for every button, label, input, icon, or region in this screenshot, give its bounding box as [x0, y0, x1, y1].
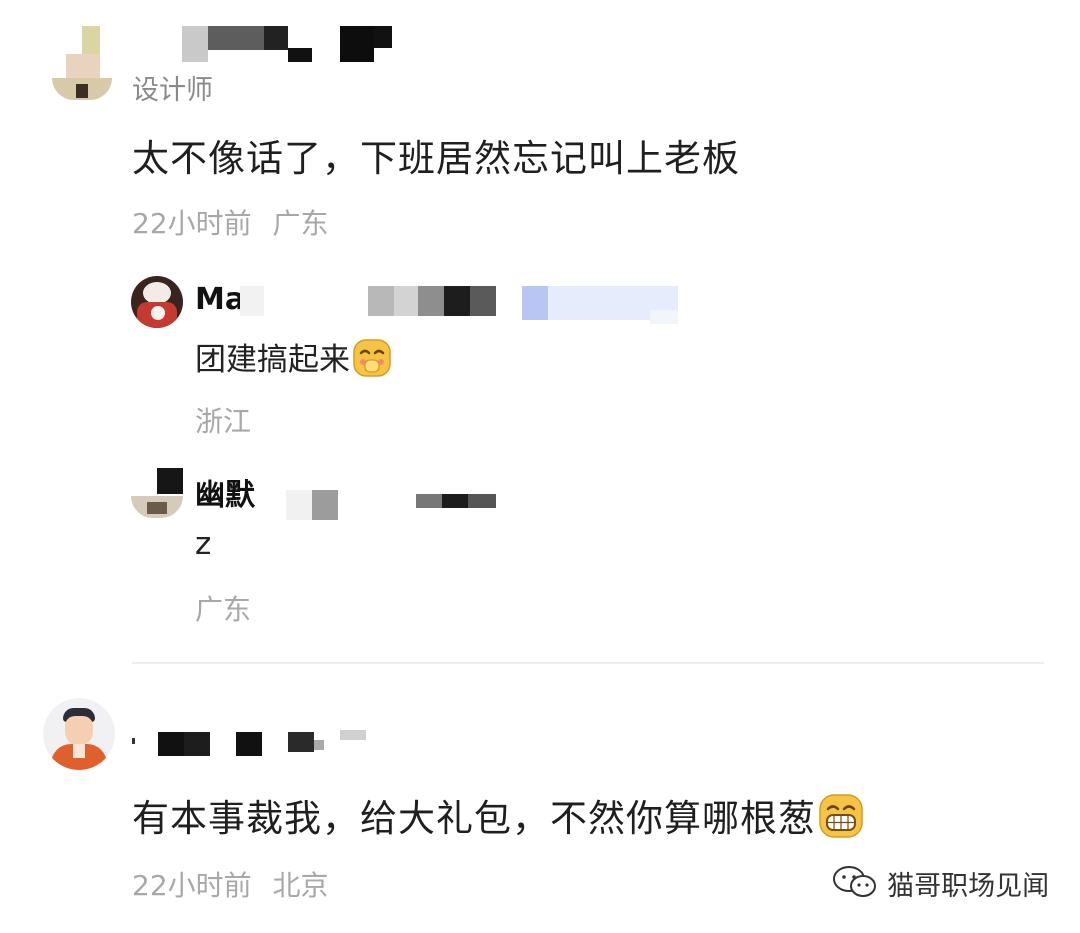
username-redacted [286, 490, 506, 522]
comment-text: 太不像话了，下班居然忘记叫上老板 [132, 137, 740, 180]
reply-item: 幽默 z 广东 [0, 460, 1080, 640]
username-redacted [132, 730, 372, 760]
reply-text: 团建搞起来 [195, 334, 392, 386]
comment-time: 22小时前 [132, 207, 252, 240]
comment-meta: 22小时前 广东 [132, 202, 329, 242]
reply-location: 浙江 [195, 405, 252, 438]
avatar[interactable] [43, 698, 115, 770]
watermark-text: 猫哥职场见闻 [887, 871, 1050, 902]
avatar[interactable] [52, 26, 112, 100]
comment-meta: 22小时前 北京 [132, 864, 329, 904]
comment-location: 北京 [272, 869, 329, 902]
reply-username[interactable]: 幽默 [195, 470, 255, 514]
username-redacted [240, 286, 700, 330]
reply-location: 广东 [195, 593, 252, 626]
divider [132, 662, 1044, 664]
user-tag: 设计师 [132, 75, 213, 106]
wechat-icon [832, 865, 878, 903]
username-redacted [182, 26, 392, 66]
avatar[interactable] [131, 276, 183, 328]
watermark: 猫哥职场见闻 [832, 864, 1049, 904]
comment-time: 22小时前 [132, 869, 252, 902]
comment-item: 有本事裁我，给大礼包，不然你算哪根葱 22小时前 北京 猫哥职场见闻 [0, 680, 1080, 933]
comment-text: 有本事裁我，给大礼包，不然你算哪根葱 [132, 788, 864, 848]
avatar[interactable] [131, 468, 183, 520]
reply-username[interactable]: Ma [195, 282, 245, 317]
reply-text: z [195, 526, 212, 562]
grinning-face-icon [818, 793, 864, 848]
comment-item: 设计师 太不像话了，下班居然忘记叫上老板 22小时前 广东 [0, 0, 1080, 250]
comment-location: 广东 [272, 207, 329, 240]
smirk-hand-face-icon [352, 338, 392, 386]
reply-item: Ma 团建搞起来 浙江 [0, 270, 1080, 450]
